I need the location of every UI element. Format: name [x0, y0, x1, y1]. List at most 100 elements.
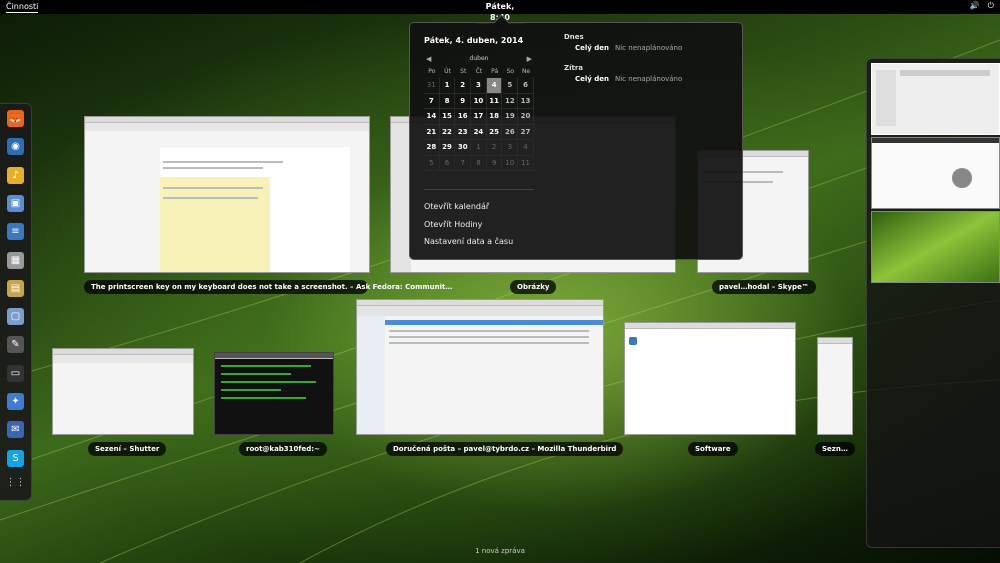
calendar-day[interactable]: 1	[439, 78, 456, 94]
calendar-day[interactable]: 4	[518, 140, 534, 156]
workspace-1[interactable]	[871, 63, 1000, 135]
volume-icon[interactable]: 🔊	[970, 1, 980, 11]
calendar-day[interactable]: 31	[424, 78, 440, 94]
calendar-day[interactable]: 23	[455, 124, 472, 140]
calendar-day[interactable]: 29	[439, 140, 456, 156]
window-firefox[interactable]	[84, 116, 370, 273]
window-shutter[interactable]	[52, 348, 194, 435]
weekday-header: Po	[428, 68, 436, 75]
weekday-header: St	[460, 68, 467, 75]
calendar-day[interactable]: 10	[471, 93, 487, 109]
software-icon[interactable]: ✦	[7, 393, 24, 410]
calendar-day[interactable]: 28	[424, 140, 440, 156]
window-caption: Software	[688, 442, 738, 456]
calendar-day[interactable]: 1	[471, 140, 487, 156]
calc-icon[interactable]: ▦	[7, 251, 24, 269]
thunderbird-icon[interactable]: ✉	[7, 421, 24, 439]
event-time: Celý den	[575, 44, 610, 52]
calendar-day[interactable]: 19	[502, 109, 519, 125]
calendar-day[interactable]: 2	[455, 78, 472, 94]
terminal-icon[interactable]: ▭	[7, 364, 24, 382]
top-bar: Činnosti Pátek, 8:40 🔊 ⏻	[0, 0, 1000, 24]
workspace-switcher	[866, 58, 1000, 548]
prev-month-icon[interactable]: ◀	[426, 55, 431, 63]
calendar-day[interactable]: 20	[518, 109, 534, 125]
calendar-day[interactable]: 9	[486, 155, 503, 171]
weekday-header: Pá	[491, 68, 499, 75]
power-icon[interactable]: ⏻	[988, 1, 994, 11]
calendar-day[interactable]: 5	[502, 78, 519, 94]
calendar-day[interactable]: 25	[486, 124, 503, 140]
weekday-header: So	[506, 68, 515, 75]
rhythmbox-icon[interactable]: ♪	[7, 166, 24, 184]
calendar-popover: Pátek, 4. duben, 2014 ◀ duben ▶ Po Út St Čt…	[409, 22, 743, 260]
skype-icon[interactable]: S	[7, 449, 24, 467]
popover-separator	[424, 189, 534, 190]
activities-button[interactable]: Činnosti	[6, 1, 39, 13]
event-text: Nic nenaplánováno	[615, 75, 683, 83]
workspace-2[interactable]	[871, 137, 1000, 209]
system-tray[interactable]: 🔊 ⏻	[970, 1, 994, 11]
calendar-day[interactable]: 2	[486, 140, 503, 156]
date-time-settings-link[interactable]: Nastavení data a času	[424, 237, 513, 246]
calendar-day[interactable]: 11	[518, 155, 534, 171]
calendar-day[interactable]: 14	[424, 109, 440, 125]
dash: 🦊 ◉ ♪ ▣ ≡ ▦ ▤ ▢ ✎ ▭ ✦ ✉ S ⋮⋮	[0, 103, 32, 501]
calendar-day[interactable]: 24	[471, 124, 487, 140]
window-software[interactable]	[624, 322, 796, 435]
calendar-day[interactable]: 8	[471, 155, 487, 171]
open-clocks-link[interactable]: Otevřít Hodiny	[424, 220, 482, 229]
window-thunderbird[interactable]	[356, 299, 604, 435]
writer-icon[interactable]: ≡	[7, 223, 24, 241]
weekday-header: Út	[444, 68, 451, 75]
calendar-day[interactable]: 21	[424, 124, 440, 140]
calendar-day[interactable]: 7	[455, 155, 472, 171]
calendar-month: duben	[469, 55, 489, 62]
calendar-day[interactable]: 5	[424, 155, 440, 171]
disk-icon[interactable]: ◉	[7, 138, 24, 156]
workspace-3[interactable]	[871, 211, 1000, 283]
firefox-icon[interactable]: 🦊	[7, 110, 24, 127]
calendar-day[interactable]: 8	[439, 93, 456, 109]
calendar-day[interactable]: 27	[518, 124, 534, 140]
desktop-icon[interactable]: ▣	[7, 194, 24, 212]
window-caption: Doručená pošta – pavel@tybrdo.cz – Mozil…	[386, 442, 624, 456]
show-apps-icon[interactable]: ⋮⋮	[6, 474, 26, 491]
window-caption: Sezn…	[815, 442, 855, 456]
calendar-day[interactable]: 26	[502, 124, 519, 140]
calendar-day[interactable]: 17	[471, 109, 487, 125]
message-tray-notice[interactable]: 1 nová zpráva	[440, 547, 560, 555]
window-terminal[interactable]	[214, 352, 334, 435]
event-text: Nic nenaplánováno	[615, 44, 683, 52]
calendar-day[interactable]: 12	[502, 93, 519, 109]
calendar-day[interactable]: 7	[424, 93, 440, 109]
shutter-icon[interactable]: ✎	[7, 336, 24, 354]
window-contacts[interactable]	[817, 337, 853, 435]
next-month-icon[interactable]: ▶	[527, 55, 532, 63]
calendar-day[interactable]: 30	[455, 140, 472, 156]
calendar-day[interactable]: 3	[471, 78, 487, 94]
calendar-day[interactable]: 10	[502, 155, 519, 171]
package-icon[interactable]: ▢	[7, 308, 24, 326]
calendar-day[interactable]: 6	[439, 155, 456, 171]
calendar-day[interactable]: 11	[486, 93, 503, 109]
window-caption: The printscreen key on my keyboard does …	[84, 280, 452, 294]
window-caption: Sezení – Shutter	[88, 442, 167, 456]
event-time: Celý den	[575, 75, 610, 83]
calendar-day[interactable]: 22	[439, 124, 456, 140]
events-tomorrow-header: Zítra	[564, 64, 583, 72]
calendar-day[interactable]: 3	[502, 140, 519, 156]
window-caption: pavel…hodal – Skype™	[712, 280, 816, 294]
weekday-header: Čt	[475, 68, 483, 75]
calendar-day[interactable]: 18	[486, 109, 503, 125]
calendar-day[interactable]: 13	[518, 93, 534, 109]
calendar-day[interactable]: 4	[486, 78, 503, 94]
calendar-date-title: Pátek, 4. duben, 2014	[424, 36, 524, 45]
calendar-day[interactable]: 15	[439, 109, 456, 125]
calendar-day[interactable]: 9	[455, 93, 472, 109]
weekday-header: Ne	[521, 68, 531, 75]
document-icon[interactable]: ▤	[7, 279, 24, 297]
calendar-day[interactable]: 6	[518, 78, 534, 94]
open-calendar-link[interactable]: Otevřít kalendář	[424, 202, 489, 211]
calendar-day[interactable]: 16	[455, 109, 472, 125]
